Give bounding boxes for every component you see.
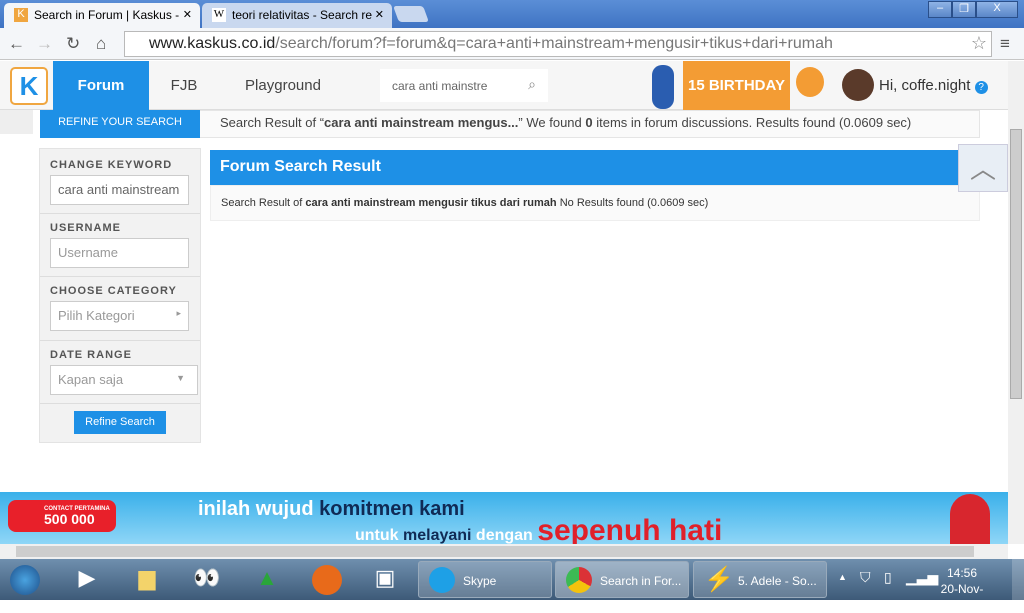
user-greeting[interactable]: Hi, coffe.night ? — [879, 77, 988, 94]
scroll-to-top-button[interactable]: ︿ — [958, 144, 1008, 192]
site-header: K Forum FJB Playground cara anti mainstr… — [0, 61, 1008, 110]
taskbar-skype[interactable]: Skype — [418, 561, 552, 598]
green-triangle-app-icon[interactable]: ▲ — [252, 565, 282, 595]
left-gutter — [0, 110, 33, 134]
result-title: Forum Search Result — [210, 150, 980, 185]
kaskus-logo[interactable]: K — [10, 67, 48, 105]
kaskus-favicon-icon: K — [14, 8, 28, 22]
new-tab-button[interactable] — [393, 6, 429, 22]
power-tray-icon[interactable]: ▯ — [884, 569, 892, 586]
browser-toolbar: ← → ↻ ⌂ www.kaskus.co.id/search/forum?f=… — [0, 28, 1024, 60]
divider — [40, 403, 200, 404]
chrome-icon — [566, 567, 592, 593]
chevron-up-icon: ︿ — [969, 154, 996, 184]
date-range-select[interactable]: Kapan saja ▼ — [50, 365, 198, 395]
refine-search-button[interactable]: Refine Search — [74, 411, 166, 434]
taskbar-chrome[interactable]: Search in For... — [555, 561, 689, 598]
system-clock[interactable]: 14:56 20-Nov-14 — [940, 565, 984, 613]
wikipedia-favicon-icon: W — [212, 8, 226, 22]
close-window-button[interactable]: X — [976, 1, 1018, 18]
vertical-scrollbar[interactable] — [1008, 61, 1024, 544]
bookmark-star-icon[interactable]: ☆ — [971, 33, 987, 54]
firefox-icon[interactable] — [312, 565, 342, 595]
search-icon[interactable]: ⌕ — [528, 76, 536, 93]
winamp-icon: ⚡ — [704, 566, 734, 593]
keyword-label: CHANGE KEYWORD — [50, 159, 173, 171]
divider — [40, 340, 200, 341]
refine-header: REFINE YOUR SEARCH — [40, 110, 200, 138]
ad-model-image — [950, 494, 990, 544]
scrollbar-thumb[interactable] — [16, 546, 974, 557]
ad-banner[interactable]: CONTACT PERTAMINA 500 000 inilah wujud ko… — [0, 492, 1008, 547]
horizontal-scrollbar[interactable] — [0, 544, 1008, 559]
keyword-input[interactable]: cara anti mainstream — [50, 175, 189, 205]
avatar[interactable] — [842, 69, 874, 101]
scrollbar-thumb[interactable] — [1010, 129, 1022, 399]
back-icon[interactable]: ← — [8, 34, 25, 54]
username-input[interactable]: Username — [50, 238, 189, 268]
media-player-icon[interactable]: ▶ — [72, 565, 102, 595]
category-select[interactable]: Pilih Kategori ▸ — [50, 301, 189, 331]
chevron-right-icon: ▸ — [176, 308, 181, 318]
forward-icon[interactable]: → — [36, 34, 53, 54]
home-icon[interactable]: ⌂ — [96, 34, 106, 54]
start-button[interactable] — [10, 565, 40, 595]
show-desktop-button[interactable] — [1012, 559, 1024, 600]
ad-line-2: untuk melayani dengan sepenuh hati — [355, 514, 723, 547]
address-bar[interactable]: www.kaskus.co.id/search/forum?f=forum&q=… — [124, 31, 992, 57]
taskbar-winamp[interactable]: ⚡ 5. Adele - So... — [693, 561, 827, 598]
tab-wikipedia[interactable]: Wteori relativitas - Search re ✕ — [202, 3, 392, 28]
tab-kaskus[interactable]: K Search in Forum | Kaskus - ✕ — [4, 3, 200, 28]
file-explorer-icon[interactable]: ▆ — [132, 565, 162, 595]
remote-desktop-icon[interactable]: ▣ — [370, 565, 400, 595]
eyes-app-icon[interactable]: 👀 — [192, 565, 222, 595]
chevron-down-icon: ▼ — [176, 373, 185, 383]
maximize-button[interactable]: ❐ — [952, 1, 976, 18]
category-label: CHOOSE CATEGORY — [50, 285, 177, 297]
date-label: DATE RANGE — [50, 349, 132, 361]
balloons-icon — [796, 67, 824, 97]
menu-icon[interactable]: ≡ — [1000, 34, 1010, 54]
nav-playground[interactable]: Playground — [230, 61, 336, 110]
close-tab-icon[interactable]: ✕ — [183, 8, 192, 21]
title-bar: K Search in Forum | Kaskus - ✕ Wteori rela… — [0, 0, 1024, 28]
result-body: Search Result of cara anti mainstream me… — [210, 185, 980, 221]
refine-sidebar: CHANGE KEYWORD cara anti mainstream USER… — [39, 148, 201, 443]
main-content: REFINE YOUR SEARCH Search Result of “car… — [0, 110, 1008, 492]
header-search-input[interactable]: cara anti mainstre ⌕ — [380, 69, 548, 102]
divider — [40, 276, 200, 277]
reload-icon[interactable]: ↻ — [66, 34, 80, 54]
nav-forum[interactable]: Forum — [53, 61, 149, 110]
contact-pertamina-badge: CONTACT PERTAMINA 500 000 — [8, 500, 116, 532]
mascot-icon — [652, 65, 674, 109]
minimize-button[interactable]: – — [928, 1, 952, 18]
skype-icon — [429, 567, 455, 593]
antivirus-tray-icon[interactable]: ⛉ — [860, 569, 871, 586]
birthday-banner[interactable]: 15 BIRTHDAY — [683, 61, 790, 110]
close-tab-icon[interactable]: ✕ — [375, 8, 384, 21]
username-label: USERNAME — [50, 222, 121, 234]
divider — [40, 213, 200, 214]
signal-tray-icon[interactable]: ▁▃▅ — [906, 569, 938, 586]
help-icon[interactable]: ? — [974, 81, 988, 94]
nav-fjb[interactable]: FJB — [160, 61, 208, 110]
search-summary: Search Result of “cara anti mainstream m… — [200, 110, 980, 138]
tray-expand-icon[interactable]: ▲ — [838, 572, 847, 582]
windows-taskbar: ▶ ▆ 👀 ▲ ▣ Skype Search in For... ⚡ 5. Ade… — [0, 559, 1024, 612]
